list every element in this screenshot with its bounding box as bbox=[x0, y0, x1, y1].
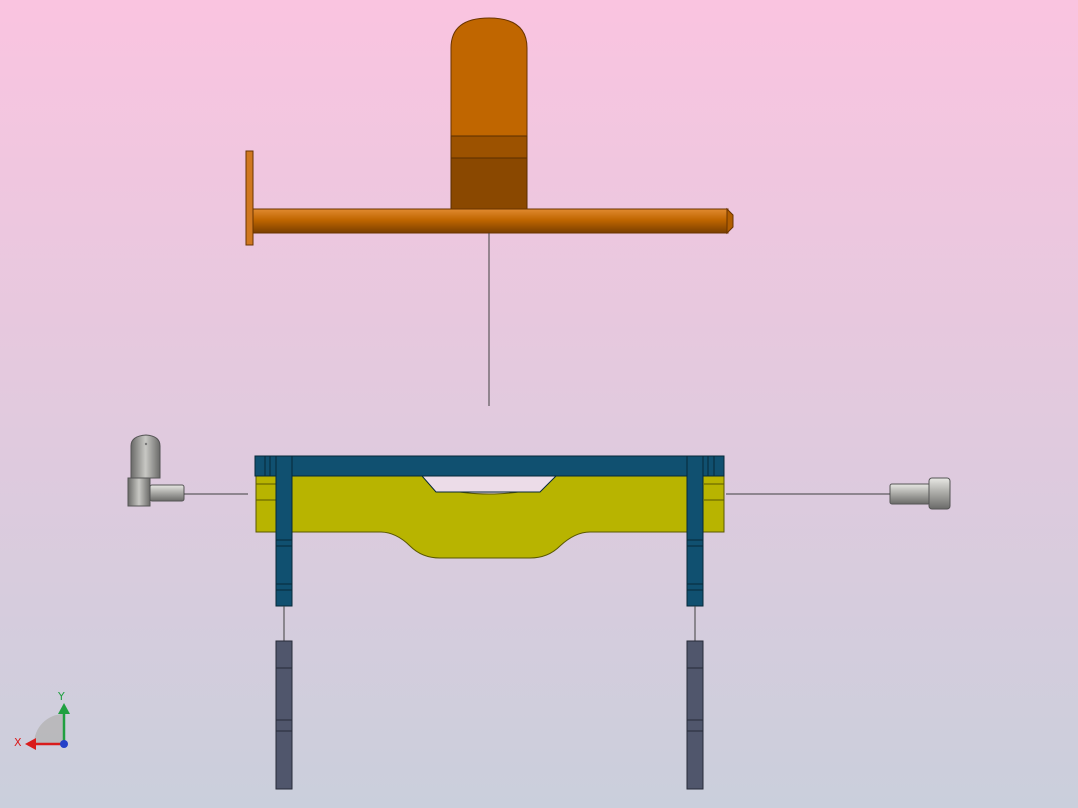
graphics-viewport[interactable]: Y X bbox=[0, 0, 1078, 808]
left-screw-shank[interactable] bbox=[149, 484, 185, 502]
right-pin-body[interactable] bbox=[686, 640, 704, 790]
left-gray-pin[interactable] bbox=[275, 640, 293, 790]
teal-top-bar-cutout bbox=[420, 475, 558, 493]
end-flange-plate[interactable] bbox=[245, 150, 254, 246]
right-screw-head[interactable] bbox=[928, 477, 951, 510]
triad-z-axis bbox=[60, 740, 68, 748]
left-pin-body[interactable] bbox=[275, 640, 293, 790]
triad-x-label: X bbox=[14, 736, 22, 749]
cad-model-canvas[interactable]: Y X bbox=[0, 0, 1078, 808]
triad-y-label: Y bbox=[57, 690, 65, 703]
left-screw-cap[interactable] bbox=[130, 434, 161, 479]
left-screw-head[interactable] bbox=[127, 477, 151, 507]
cylinder-base[interactable] bbox=[450, 157, 528, 210]
cylinder-collar[interactable] bbox=[450, 135, 528, 159]
horizontal-rod[interactable] bbox=[252, 208, 729, 234]
cylinder-body[interactable] bbox=[450, 17, 528, 137]
left-screw-knurl bbox=[144, 442, 148, 446]
right-gray-pin[interactable] bbox=[686, 640, 704, 790]
teal-top-bar[interactable] bbox=[254, 455, 725, 477]
viewport-background bbox=[0, 0, 1078, 808]
right-screw-shank[interactable] bbox=[889, 483, 931, 505]
